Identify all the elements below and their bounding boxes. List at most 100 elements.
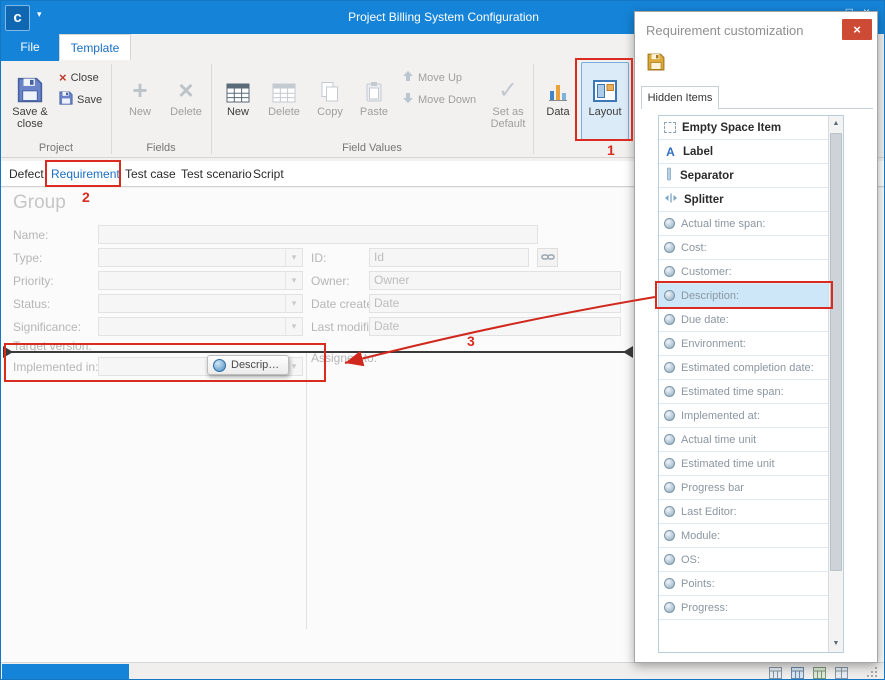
tab-requirement[interactable]: Requirement bbox=[51, 161, 120, 187]
paste-button[interactable]: Paste bbox=[351, 63, 397, 139]
hidden-list-item[interactable]: Estimated time span: bbox=[659, 380, 828, 404]
last-modified-field[interactable]: Date bbox=[369, 317, 621, 336]
hidden-list-item[interactable]: Progress bar bbox=[659, 476, 828, 500]
chevron-down-icon[interactable]: ▾ bbox=[285, 249, 302, 266]
hidden-list-item[interactable]: Environment: bbox=[659, 332, 828, 356]
list-scrollbar[interactable]: ▲ ▼ bbox=[828, 116, 843, 652]
tab-template[interactable]: Template bbox=[59, 34, 131, 60]
save-and-close-button[interactable]: Save &close bbox=[6, 63, 54, 139]
significance-dropdown[interactable]: ▾ bbox=[98, 317, 303, 336]
link-button[interactable] bbox=[537, 248, 558, 267]
paste-label: Paste bbox=[351, 103, 397, 118]
group-caption-fields: Fields bbox=[111, 142, 211, 154]
move-up-label: Move Up bbox=[418, 72, 462, 84]
hidden-list-item[interactable]: Customer: bbox=[659, 260, 828, 284]
hidden-list-item[interactable]: Separator bbox=[659, 164, 828, 188]
hidden-list-item[interactable]: Actual time unit bbox=[659, 428, 828, 452]
tab-defect[interactable]: Defect bbox=[9, 161, 44, 187]
close-x-icon: × bbox=[59, 70, 67, 85]
table-new-icon bbox=[215, 63, 261, 103]
chevron-down-icon[interactable]: ▾ bbox=[285, 318, 302, 335]
type-dropdown[interactable]: ▾ bbox=[98, 248, 303, 267]
grid-panel-icon[interactable] bbox=[813, 666, 826, 680]
id-label: ID: bbox=[311, 251, 326, 265]
values-new-button[interactable]: New bbox=[215, 63, 261, 139]
tab-test-case[interactable]: Test case bbox=[125, 161, 176, 187]
field-circle-icon bbox=[664, 410, 675, 421]
move-down-button[interactable]: Move Down bbox=[399, 90, 486, 109]
set-as-default-button[interactable]: ✓ Set asDefault bbox=[484, 63, 532, 139]
field-circle-icon bbox=[664, 362, 675, 373]
drag-ghost-description[interactable]: Descrip… bbox=[207, 355, 289, 375]
field-circle-icon bbox=[664, 602, 675, 613]
fields-delete-button[interactable]: × Delete bbox=[163, 63, 209, 139]
paste-icon bbox=[351, 63, 397, 103]
owner-field[interactable]: Owner bbox=[369, 271, 621, 290]
scrollbar-thumb[interactable] bbox=[830, 133, 842, 571]
hidden-list-item[interactable]: Module: bbox=[659, 524, 828, 548]
tab-test-scenario[interactable]: Test scenario bbox=[181, 161, 252, 187]
hidden-list-item[interactable]: Cost: bbox=[659, 236, 828, 260]
status-dropdown[interactable]: ▾ bbox=[98, 294, 303, 313]
chevron-down-icon[interactable]: ▾ bbox=[285, 272, 302, 289]
copy-button[interactable]: Copy bbox=[307, 63, 353, 139]
group-caption-project: Project bbox=[1, 142, 111, 154]
scroll-up-icon[interactable]: ▲ bbox=[829, 116, 843, 132]
label-icon: A bbox=[664, 145, 677, 159]
priority-dropdown[interactable]: ▾ bbox=[98, 271, 303, 290]
hidden-list-item[interactable]: Points: bbox=[659, 572, 828, 596]
field-circle-icon bbox=[664, 554, 675, 565]
chain-link-icon bbox=[541, 249, 555, 267]
tab-file[interactable]: File bbox=[1, 34, 59, 61]
grid-panel-icon[interactable] bbox=[835, 666, 848, 680]
close-icon: × bbox=[853, 22, 861, 37]
scroll-down-icon[interactable]: ▼ bbox=[829, 636, 843, 652]
hidden-list-item[interactable]: Splitter bbox=[659, 188, 828, 212]
data-label: Data bbox=[537, 103, 579, 118]
close-button[interactable]: × Close bbox=[56, 68, 107, 87]
hidden-list-item[interactable]: Estimated time unit bbox=[659, 452, 828, 476]
layout-button[interactable]: Layout bbox=[581, 62, 629, 140]
group-caption-field-values: Field Values bbox=[211, 142, 533, 154]
hidden-list-item[interactable]: Actual time span: bbox=[659, 212, 828, 236]
grid-panel-icon[interactable] bbox=[791, 666, 804, 680]
date-created-field[interactable]: Date bbox=[369, 294, 621, 313]
chevron-down-icon[interactable]: ▾ bbox=[285, 295, 302, 312]
values-delete-button[interactable]: Delete bbox=[261, 63, 307, 139]
hidden-list-item-description[interactable]: Description: bbox=[659, 284, 828, 308]
grid-panel-icon[interactable] bbox=[769, 666, 782, 680]
id-field[interactable]: Id bbox=[369, 248, 529, 267]
hidden-list-item[interactable]: OS: bbox=[659, 548, 828, 572]
data-button[interactable]: Data bbox=[537, 63, 579, 139]
hidden-list-item[interactable]: Last Editor: bbox=[659, 500, 828, 524]
hidden-item-label: Points: bbox=[681, 578, 715, 590]
dialog-save-button[interactable] bbox=[644, 52, 668, 76]
tab-script[interactable]: Script bbox=[253, 161, 284, 187]
hidden-item-label: Last Editor: bbox=[681, 506, 737, 518]
hidden-list-item[interactable]: Progress: bbox=[659, 596, 828, 620]
drag-ghost-label: Descrip… bbox=[231, 359, 279, 371]
table-delete-icon bbox=[261, 63, 307, 103]
fields-new-button[interactable]: + New bbox=[117, 63, 163, 139]
field-circle-icon bbox=[664, 218, 675, 229]
group-title: Group bbox=[13, 192, 66, 214]
dialog-close-button[interactable]: × bbox=[842, 19, 872, 40]
hidden-list-item[interactable]: Estimated completion date: bbox=[659, 356, 828, 380]
move-up-button[interactable]: Move Up bbox=[399, 68, 482, 87]
save-button[interactable]: Save bbox=[56, 90, 107, 109]
hidden-item-label: Actual time span: bbox=[681, 218, 765, 230]
save-icon bbox=[59, 91, 73, 108]
set-default-label-1: Set as bbox=[492, 106, 523, 118]
resize-grip[interactable] bbox=[867, 666, 879, 680]
hidden-item-label: Empty Space Item bbox=[682, 122, 781, 134]
field-circle-icon bbox=[664, 290, 675, 301]
hidden-item-label: Environment: bbox=[681, 338, 746, 350]
hidden-list-item[interactable]: ALabel bbox=[659, 140, 828, 164]
hidden-list-item[interactable]: Due date: bbox=[659, 308, 828, 332]
hidden-list-item[interactable]: Empty Space Item bbox=[659, 116, 828, 140]
close-label: Close bbox=[71, 72, 99, 84]
hidden-item-label: Estimated time span: bbox=[681, 386, 784, 398]
hidden-list-item[interactable]: Implemented at: bbox=[659, 404, 828, 428]
name-field[interactable] bbox=[98, 225, 538, 244]
tab-hidden-items[interactable]: Hidden Items bbox=[641, 86, 719, 109]
